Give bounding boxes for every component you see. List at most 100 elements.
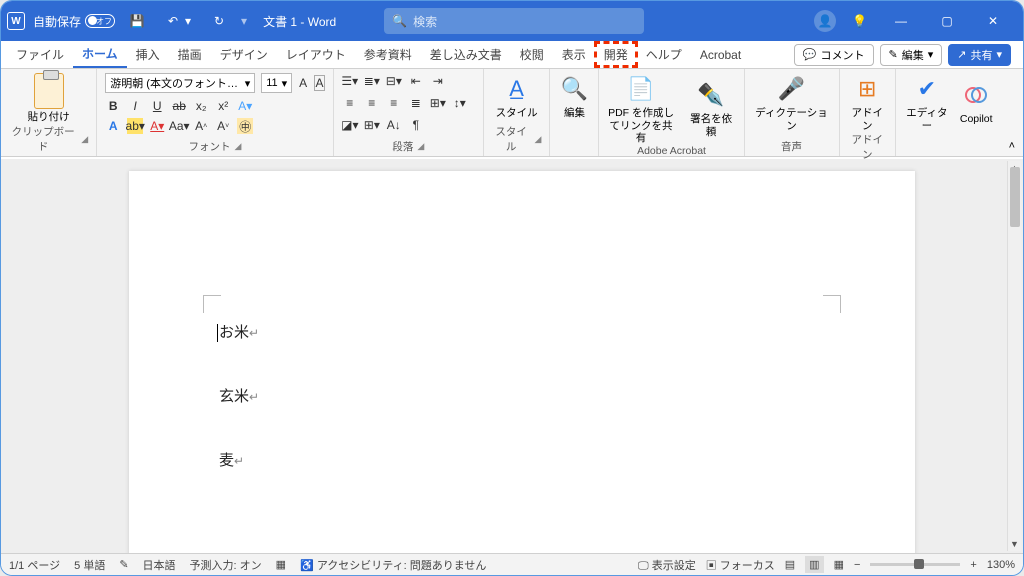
underline-icon[interactable]: U bbox=[149, 98, 165, 114]
line-spacing-icon[interactable]: ↕▾ bbox=[452, 95, 468, 111]
dictate-button[interactable]: 🎤 ディクテーション bbox=[753, 73, 831, 132]
grow-font-icon[interactable]: A bbox=[298, 75, 308, 91]
tab-draw[interactable]: 描画 bbox=[169, 42, 211, 67]
sort-icon[interactable]: A↓ bbox=[386, 117, 402, 133]
font-outline-icon[interactable]: A bbox=[105, 118, 121, 134]
tab-help[interactable]: ヘルプ bbox=[637, 42, 691, 67]
font-label: フォント bbox=[189, 139, 231, 154]
editor-button[interactable]: ✔︎ エディター bbox=[904, 73, 950, 132]
shrink-font-icon[interactable]: A˄ bbox=[193, 118, 209, 134]
maximize-button[interactable]: ▢ bbox=[929, 7, 965, 35]
focus-mode[interactable]: ▣ フォーカス bbox=[706, 557, 775, 573]
text-effects-icon[interactable]: A▾ bbox=[237, 98, 253, 114]
macro-icon[interactable]: ▦ bbox=[276, 558, 286, 571]
redo-button[interactable]: ↻ bbox=[205, 9, 233, 33]
autosave[interactable]: 自動保存 オフ bbox=[33, 13, 115, 30]
zoom-slider[interactable] bbox=[870, 563, 960, 566]
page-count[interactable]: 1/1 ページ bbox=[9, 557, 60, 573]
accessibility-status[interactable]: ♿ アクセシビリティ: 問題ありません bbox=[300, 557, 486, 573]
tab-design[interactable]: デザイン bbox=[211, 42, 277, 67]
borders-icon[interactable]: ⊞▾ bbox=[364, 117, 380, 133]
shading-icon[interactable]: ◪▾ bbox=[342, 117, 358, 133]
align-right-icon[interactable]: ≡ bbox=[386, 95, 402, 111]
align-left-icon[interactable]: ≡ bbox=[342, 95, 358, 111]
display-icon: 🖵 bbox=[638, 560, 649, 572]
print-layout-icon[interactable]: ▥ bbox=[805, 556, 823, 573]
addins-button[interactable]: ⊞ アドイン bbox=[848, 73, 887, 132]
page[interactable]: お米↵ 玄米↵ 麦↵ bbox=[129, 171, 915, 553]
tab-layout[interactable]: レイアウト bbox=[277, 42, 355, 67]
multilevel-icon[interactable]: ⊟▾ bbox=[386, 73, 402, 89]
show-marks-icon[interactable]: ¶ bbox=[408, 117, 424, 133]
subscript-icon[interactable]: x₂ bbox=[193, 98, 209, 114]
scroll-down-icon[interactable]: ▼ bbox=[1008, 537, 1021, 551]
bullets-icon[interactable]: ☰▾ bbox=[342, 73, 358, 89]
highlight-icon[interactable]: ab▾ bbox=[127, 118, 143, 134]
share-icon: ↗ bbox=[957, 48, 966, 61]
account-button[interactable]: 👤 bbox=[814, 10, 836, 32]
word-count[interactable]: 5 単語 bbox=[74, 557, 105, 573]
search-placeholder: 検索 bbox=[413, 13, 437, 30]
user-icon: 👤 bbox=[818, 14, 833, 28]
decrease-indent-icon[interactable]: ⇤ bbox=[408, 73, 424, 89]
autosave-toggle[interactable]: オフ bbox=[85, 14, 115, 28]
superscript-icon[interactable]: x² bbox=[215, 98, 231, 114]
bold-icon[interactable]: B bbox=[105, 98, 121, 114]
voice-label: 音声 bbox=[781, 139, 802, 154]
editing-mode-button[interactable]: ✎編集 ▾ bbox=[880, 44, 943, 66]
tab-insert[interactable]: 挿入 bbox=[127, 42, 169, 67]
font-color-icon[interactable]: A▾ bbox=[149, 118, 165, 134]
language[interactable]: 日本語 bbox=[143, 557, 176, 573]
justify-icon[interactable]: ≣ bbox=[408, 95, 424, 111]
zoom-out-button[interactable]: − bbox=[854, 559, 860, 571]
tab-home[interactable]: ホーム bbox=[73, 41, 127, 68]
zoom-value[interactable]: 130% bbox=[987, 559, 1015, 571]
paste-button[interactable]: 貼り付け bbox=[9, 73, 88, 124]
paragraph[interactable]: 麦↵ bbox=[219, 449, 244, 470]
predictive-input[interactable]: 予測入力: オン bbox=[190, 557, 262, 573]
paste-icon bbox=[34, 73, 64, 109]
share-button[interactable]: ↗共有 ▾ bbox=[948, 44, 1011, 66]
close-button[interactable]: ✕ bbox=[975, 7, 1011, 35]
save-button[interactable]: 💾 bbox=[123, 9, 151, 33]
create-pdf-button[interactable]: 📄 PDF を作成してリンクを共有 bbox=[607, 73, 674, 145]
tab-references[interactable]: 参考資料 bbox=[355, 42, 421, 67]
undo-button[interactable]: ↶▾ bbox=[159, 9, 197, 33]
numbering-icon[interactable]: ≣▾ bbox=[364, 73, 380, 89]
character-border-icon[interactable]: A bbox=[314, 75, 325, 91]
display-settings[interactable]: 🖵 表示設定 bbox=[638, 557, 696, 573]
paragraph[interactable]: 玄米↵ bbox=[219, 385, 259, 406]
request-sign-button[interactable]: ✒️ 署名を依頼 bbox=[687, 79, 736, 138]
change-case-icon[interactable]: Aa▾ bbox=[171, 118, 187, 134]
font-size-select[interactable]: 11▾ bbox=[261, 73, 292, 93]
zoom-in-button[interactable]: + bbox=[970, 559, 976, 571]
copilot-button[interactable]: Copilot bbox=[960, 79, 993, 126]
tab-view[interactable]: 表示 bbox=[553, 42, 595, 67]
tab-acrobat[interactable]: Acrobat bbox=[691, 44, 750, 66]
web-layout-icon[interactable]: ▦ bbox=[834, 558, 844, 571]
tab-developer[interactable]: 開発 bbox=[595, 42, 637, 67]
collapse-ribbon-button[interactable]: ˄ bbox=[1001, 69, 1023, 156]
strike-icon[interactable]: ab bbox=[171, 98, 187, 114]
find-button[interactable]: 🔍 編集 bbox=[558, 73, 590, 120]
help-button[interactable]: 💡 bbox=[846, 10, 873, 32]
align-center-icon[interactable]: ≡ bbox=[364, 95, 380, 111]
spellcheck-icon[interactable]: ✎ bbox=[119, 558, 128, 571]
enclose-chars-icon[interactable]: ㊥ bbox=[237, 118, 253, 134]
search-input[interactable]: 🔍 検索 bbox=[384, 8, 644, 34]
tab-review[interactable]: 校閲 bbox=[511, 42, 553, 67]
tab-mailings[interactable]: 差し込み文書 bbox=[421, 42, 511, 67]
grow-font2-icon[interactable]: A˅ bbox=[215, 118, 231, 134]
minimize-button[interactable]: — bbox=[883, 7, 919, 35]
paragraph[interactable]: お米↵ bbox=[219, 321, 259, 342]
font-family-select[interactable]: 游明朝 (本文のフォント - 日本語)▾ bbox=[105, 73, 255, 93]
distribute-icon[interactable]: ⊞▾ bbox=[430, 95, 446, 111]
comments-button[interactable]: 💬コメント bbox=[794, 44, 874, 66]
style-button[interactable]: A̲ スタイル bbox=[492, 73, 542, 120]
increase-indent-icon[interactable]: ⇥ bbox=[430, 73, 446, 89]
scrollbar-thumb[interactable] bbox=[1010, 167, 1020, 227]
tab-file[interactable]: ファイル bbox=[7, 42, 73, 67]
read-mode-icon[interactable]: ▤ bbox=[785, 558, 795, 571]
italic-icon[interactable]: I bbox=[127, 98, 143, 114]
vertical-scrollbar[interactable]: ▲ ▼ bbox=[1007, 161, 1021, 551]
